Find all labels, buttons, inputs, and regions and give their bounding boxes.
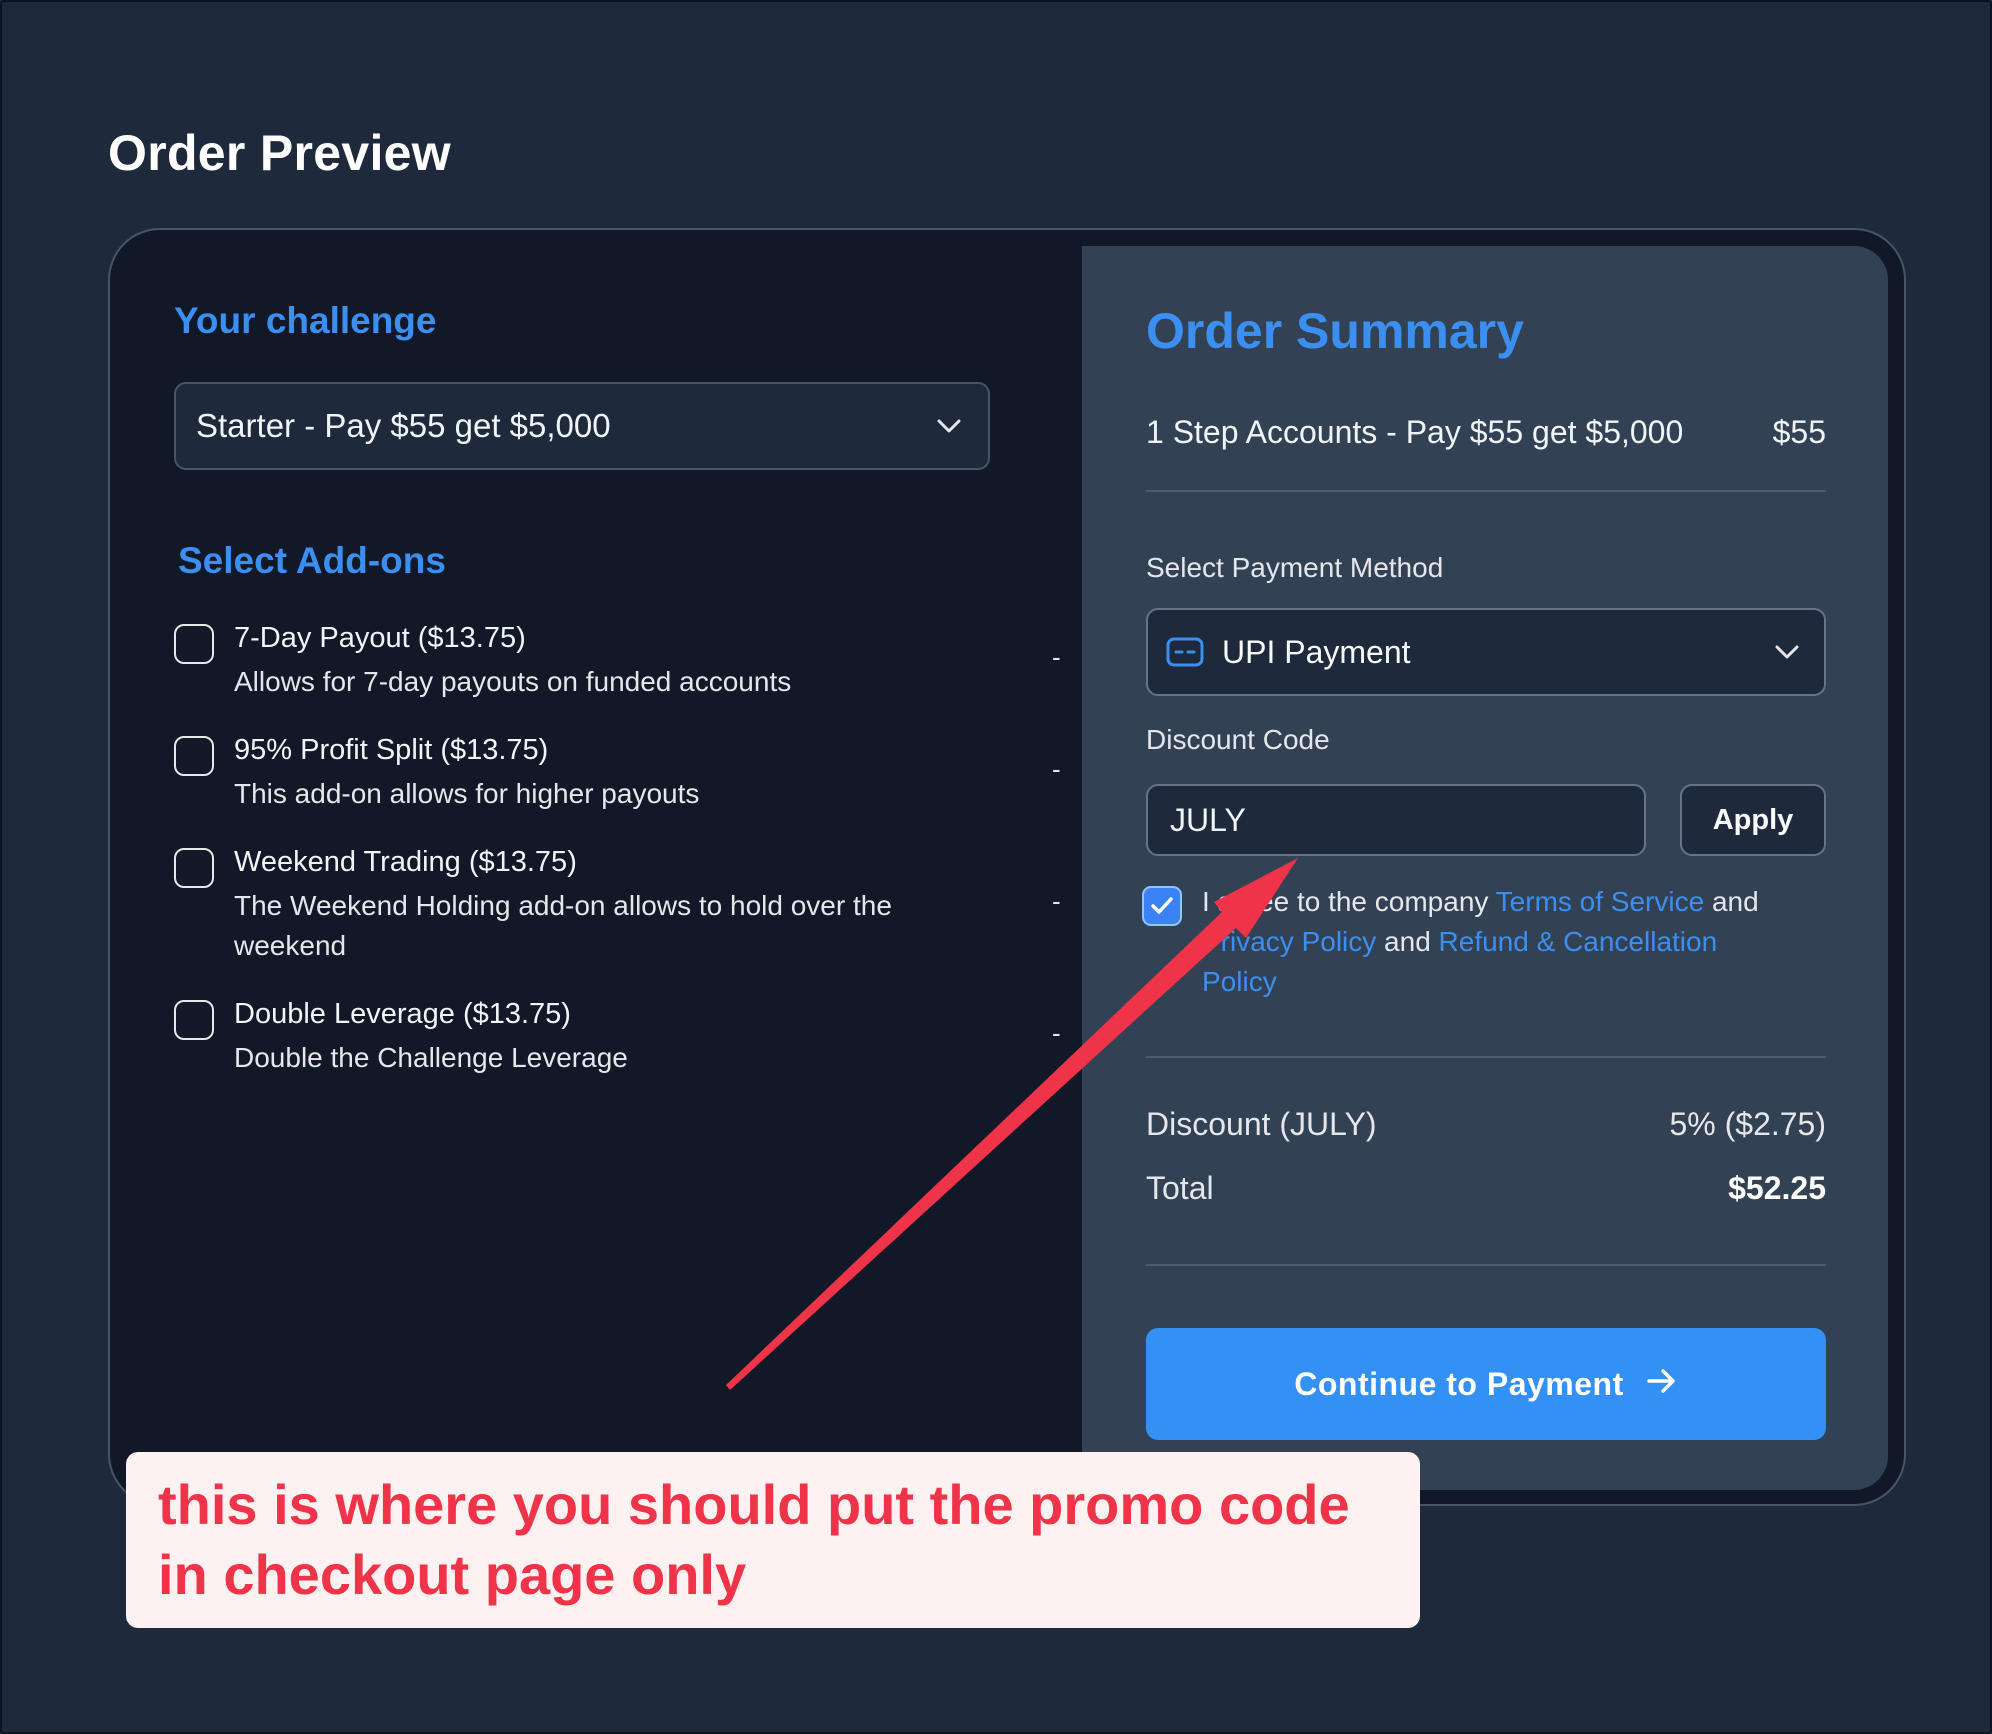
addon-price: - — [1052, 1018, 1061, 1048]
addon-checkbox[interactable] — [174, 736, 214, 776]
payment-method-select[interactable]: UPI Payment — [1146, 608, 1826, 696]
addon-description: Allows for 7-day payouts on funded accou… — [234, 666, 792, 697]
addon-price: - — [1052, 886, 1061, 916]
discount-code-input[interactable]: JULY — [1146, 784, 1646, 856]
terms-of-service-link[interactable]: Terms of Service — [1496, 886, 1705, 917]
addon-price: - — [1052, 642, 1061, 672]
arrow-right-icon — [1646, 1366, 1678, 1403]
agree-prefix: I agree to the company — [1202, 886, 1496, 917]
agree-and-text: and — [1704, 886, 1759, 917]
continue-to-payment-button[interactable]: Continue to Payment — [1146, 1328, 1826, 1440]
credit-card-icon — [1166, 636, 1204, 668]
payment-method-value: UPI Payment — [1222, 633, 1411, 670]
challenge-select-value: Starter - Pay $55 get $5,000 — [196, 407, 611, 444]
challenge-select[interactable]: Starter - Pay $55 get $5,000 — [174, 382, 990, 470]
addons-heading: Select Add-ons — [178, 540, 446, 581]
order-summary-panel: Order Summary 1 Step Accounts - Pay $55 … — [1082, 246, 1888, 1490]
addon-name: 95% Profit Split ($13.75) — [234, 734, 549, 766]
addon-description: Double the Challenge Leverage — [234, 1042, 628, 1073]
addon-price: - — [1052, 754, 1061, 784]
addon-checkbox[interactable] — [174, 848, 214, 888]
addon-name: Double Leverage ($13.75) — [234, 998, 571, 1030]
line-item-label: 1 Step Accounts - Pay $55 get $5,000 — [1146, 414, 1684, 450]
addon-checkbox[interactable] — [174, 624, 214, 664]
addon-item[interactable]: 7-Day Payout ($13.75) Allows for 7-day p… — [174, 622, 1061, 722]
privacy-policy-link[interactable]: Privacy Policy — [1202, 926, 1376, 957]
addon-description: This add-on allows for higher payouts — [234, 778, 700, 809]
annotation-callout: this is where you should put the promo c… — [126, 1452, 1420, 1628]
addon-item[interactable]: 95% Profit Split ($13.75) This add-on al… — [174, 734, 1061, 834]
discount-row-value: 5% ($2.75) — [1669, 1106, 1826, 1142]
discount-code-label: Discount Code — [1146, 724, 1330, 755]
addon-name: Weekend Trading ($13.75) — [234, 846, 577, 878]
divider — [1146, 490, 1826, 492]
challenge-heading: Your challenge — [174, 300, 437, 341]
addon-name: 7-Day Payout ($13.75) — [234, 622, 526, 654]
divider — [1146, 1264, 1826, 1266]
summary-line-item: 1 Step Accounts - Pay $55 get $5,000 $55 — [1146, 414, 1826, 451]
discount-row: Discount (JULY) 5% ($2.75) — [1146, 1106, 1826, 1143]
divider — [1146, 1056, 1826, 1058]
total-row: Total $52.25 — [1146, 1170, 1826, 1207]
chevron-down-icon — [932, 409, 966, 443]
total-value: $52.25 — [1728, 1170, 1826, 1206]
check-icon — [1151, 897, 1173, 914]
line-item-amount: $55 — [1772, 414, 1826, 450]
apply-button[interactable]: Apply — [1680, 784, 1826, 856]
discount-row-label: Discount (JULY) — [1146, 1106, 1377, 1142]
agree-and-text: and — [1376, 926, 1439, 957]
order-card: Your challenge Starter - Pay $55 get $5,… — [108, 228, 1906, 1506]
cta-label: Continue to Payment — [1294, 1365, 1624, 1402]
terms-checkbox[interactable] — [1142, 886, 1182, 926]
page-title: Order Preview — [108, 125, 451, 181]
total-label: Total — [1146, 1170, 1214, 1206]
annotation-text: this is where you should put the promo c… — [158, 1473, 1350, 1606]
addon-item[interactable]: Weekend Trading ($13.75) The Weekend Hol… — [174, 846, 1061, 986]
summary-heading: Order Summary — [1146, 303, 1524, 359]
addon-checkbox[interactable] — [174, 1000, 214, 1040]
terms-agreement-text: I agree to the company Terms of Service … — [1202, 882, 1762, 1002]
addon-description: The Weekend Holding add-on allows to hol… — [234, 890, 892, 961]
payment-method-label: Select Payment Method — [1146, 552, 1444, 583]
chevron-down-icon — [1770, 635, 1804, 669]
addon-item[interactable]: Double Leverage ($13.75) Double the Chal… — [174, 998, 1061, 1098]
